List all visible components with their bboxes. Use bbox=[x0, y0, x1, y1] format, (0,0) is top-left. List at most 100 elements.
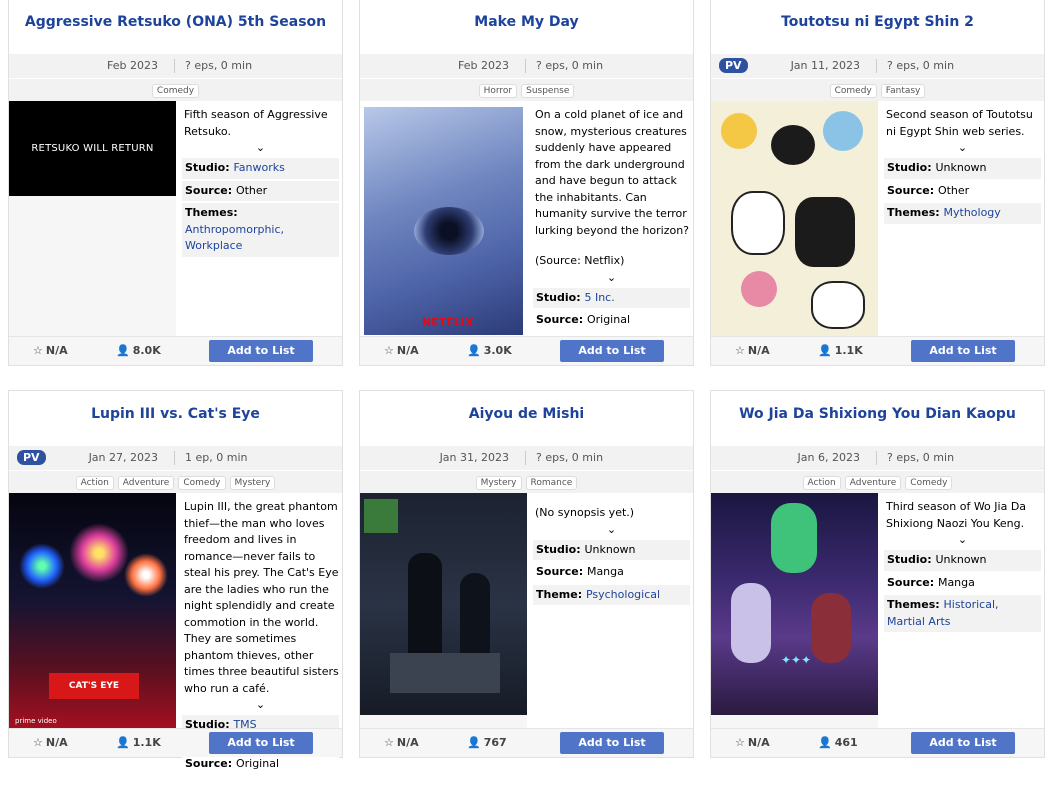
genre-tag[interactable]: Mystery bbox=[475, 476, 522, 490]
crater-shape bbox=[414, 207, 484, 255]
illustration-shape bbox=[741, 271, 777, 307]
anime-meta-bar: Jan 31, 2023 ? eps, 0 min bbox=[360, 446, 693, 470]
star-icon: ☆ bbox=[33, 344, 43, 357]
anime-title-link[interactable]: Lupin III vs. Cat's Eye bbox=[9, 406, 342, 422]
meta-divider bbox=[525, 451, 526, 465]
chevron-down-icon[interactable]: ⌄ bbox=[533, 523, 690, 538]
genre-tag[interactable]: Suspense bbox=[521, 84, 575, 98]
illustration-shape bbox=[771, 125, 815, 165]
anime-info: (No synopsis yet.) ⌄ Studio: Unknown Sou… bbox=[533, 505, 690, 607]
genre-tag[interactable]: Comedy bbox=[151, 84, 200, 98]
anime-card: Aiyou de Mishi Jan 31, 2023 ? eps, 0 min… bbox=[359, 390, 694, 758]
source-value: Manga bbox=[586, 565, 624, 578]
genre-tag[interactable]: Mystery bbox=[229, 476, 276, 490]
score: ☆ N/A bbox=[735, 736, 770, 749]
add-to-list-button[interactable]: Add to List bbox=[209, 340, 313, 362]
episode-info: ? eps, 0 min bbox=[536, 451, 604, 464]
anime-info: Third season of Wo Jia Da Shixiong Naozi… bbox=[884, 499, 1041, 634]
character-shape bbox=[731, 583, 771, 663]
anime-cover-image[interactable]: CAT'S EYE prime video bbox=[9, 493, 176, 729]
anime-title-link[interactable]: Toutotsu ni Egypt Shin 2 bbox=[711, 14, 1044, 30]
star-icon: ☆ bbox=[384, 344, 394, 357]
genre-list: Comedy bbox=[9, 79, 342, 101]
image-column: NETFLIX bbox=[360, 101, 527, 337]
release-date: Jan 11, 2023 bbox=[790, 59, 860, 72]
studio-row: Studio: Unknown bbox=[533, 539, 690, 560]
genre-tag[interactable]: Action bbox=[75, 476, 114, 490]
source-value: Original bbox=[586, 313, 630, 326]
themes-link[interactable]: Mythology bbox=[944, 206, 1001, 219]
source-value: Manga bbox=[937, 575, 975, 589]
firework-shape bbox=[69, 523, 129, 583]
user-icon: 👤 bbox=[467, 344, 481, 357]
anime-title-link[interactable]: Wo Jia Da Shixiong You Dian Kaopu bbox=[711, 406, 1044, 422]
pv-badge[interactable]: PV bbox=[719, 58, 748, 73]
anime-title-link[interactable]: Make My Day bbox=[360, 14, 693, 30]
add-to-list-button[interactable]: Add to List bbox=[560, 732, 664, 754]
genre-tag[interactable]: Action bbox=[802, 476, 841, 490]
image-column bbox=[360, 493, 527, 729]
pv-badge[interactable]: PV bbox=[17, 450, 46, 465]
chevron-down-icon[interactable]: ⌄ bbox=[533, 271, 690, 286]
user-icon: 👤 bbox=[818, 736, 832, 749]
source-row: Source: Manga bbox=[533, 562, 690, 583]
genre-tag[interactable]: Adventure bbox=[117, 476, 175, 490]
anime-cover-image[interactable] bbox=[360, 493, 527, 715]
anime-title-link[interactable]: Aggressive Retsuko (ONA) 5th Season bbox=[9, 14, 342, 30]
release-date: Feb 2023 bbox=[458, 59, 509, 72]
add-to-list-button[interactable]: Add to List bbox=[911, 732, 1015, 754]
user-icon: 👤 bbox=[116, 736, 130, 749]
add-to-list-button[interactable]: Add to List bbox=[911, 340, 1015, 362]
anime-cover-image[interactable] bbox=[711, 101, 878, 337]
genre-tag[interactable]: Romance bbox=[525, 476, 578, 490]
genre-tag[interactable]: Comedy bbox=[178, 476, 226, 490]
genre-tag[interactable]: Adventure bbox=[844, 476, 902, 490]
anime-cover-image[interactable]: NETFLIX bbox=[364, 107, 523, 335]
source-value: Other bbox=[235, 183, 268, 197]
genre-list: Horror Suspense bbox=[360, 79, 693, 101]
synopsis: Third season of Wo Jia Da Shixiong Naozi… bbox=[886, 500, 1027, 530]
studio-value: Unknown bbox=[935, 161, 987, 174]
studio-row: Studio: Fanworks bbox=[182, 158, 339, 179]
character-silhouette bbox=[408, 553, 442, 663]
meta-divider bbox=[525, 59, 526, 73]
anime-cover-image[interactable]: ✦✦✦ bbox=[711, 493, 878, 715]
chevron-down-icon[interactable]: ⌄ bbox=[884, 142, 1041, 156]
character-shape bbox=[771, 503, 817, 573]
episode-info: 1 ep, 0 min bbox=[185, 451, 248, 464]
user-icon: 👤 bbox=[467, 736, 481, 749]
anime-title-link[interactable]: Aiyou de Mishi bbox=[360, 406, 693, 422]
add-to-list-button[interactable]: Add to List bbox=[560, 340, 664, 362]
themes-link[interactable]: Anthropomorphic, Workplace bbox=[185, 223, 284, 253]
chevron-down-icon[interactable]: ⌄ bbox=[182, 699, 339, 713]
genre-tag[interactable]: Fantasy bbox=[880, 84, 926, 98]
image-column: ✦✦✦ bbox=[711, 493, 878, 729]
star-icon: ☆ bbox=[33, 736, 43, 749]
studio-link[interactable]: Fanworks bbox=[233, 161, 284, 174]
members: 👤 1.1K bbox=[818, 344, 863, 357]
genre-tag[interactable]: Comedy bbox=[829, 84, 877, 98]
release-date: Feb 2023 bbox=[107, 59, 158, 72]
anime-meta-bar: Feb 2023 ? eps, 0 min bbox=[360, 54, 693, 78]
card-footer: ☆ N/A 👤 8.0K Add to List bbox=[9, 336, 342, 365]
release-date: Jan 27, 2023 bbox=[88, 451, 158, 464]
chevron-down-icon[interactable]: ⌄ bbox=[884, 534, 1041, 548]
add-to-list-button[interactable]: Add to List bbox=[209, 732, 313, 754]
anime-cover-image[interactable]: RETSUKO WILL RETURN bbox=[9, 101, 176, 196]
studio-row: Studio: 5 Inc. bbox=[533, 287, 690, 308]
anime-card: Lupin III vs. Cat's Eye PV Jan 27, 2023 … bbox=[8, 390, 343, 775]
genre-list: Action Adventure Comedy bbox=[711, 471, 1044, 493]
chevron-down-icon[interactable]: ⌄ bbox=[182, 142, 339, 156]
illustration-shape bbox=[811, 281, 865, 329]
themes-link[interactable]: Psychological bbox=[586, 588, 660, 601]
score: ☆ N/A bbox=[384, 736, 419, 749]
studio-link[interactable]: 5 Inc. bbox=[584, 291, 614, 304]
genre-tag[interactable]: Horror bbox=[478, 84, 518, 98]
release-date: Jan 6, 2023 bbox=[797, 451, 860, 464]
source-value: Original bbox=[235, 757, 279, 770]
meta-divider bbox=[876, 451, 877, 465]
genre-tag[interactable]: Comedy bbox=[905, 476, 953, 490]
studio-row: Studio: Unknown bbox=[884, 158, 1041, 179]
themes-row: Theme: Psychological bbox=[533, 584, 690, 605]
user-icon: 👤 bbox=[818, 344, 832, 357]
